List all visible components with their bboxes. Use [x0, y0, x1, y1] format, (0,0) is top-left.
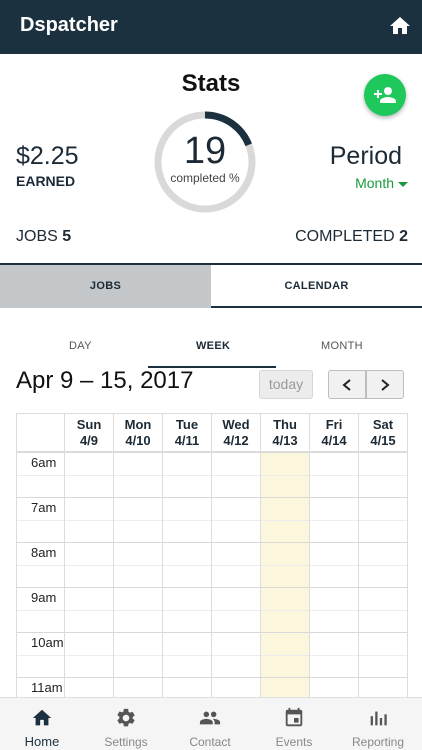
- nav-settings[interactable]: Settings: [84, 698, 168, 750]
- earned-amount: $2.25: [16, 142, 79, 170]
- tab-calendar[interactable]: CALENDAR: [211, 265, 422, 308]
- view-week-button[interactable]: WEEK: [196, 340, 230, 352]
- nav-reporting-label: Reporting: [351, 735, 405, 749]
- nav-events-label: Events: [275, 735, 313, 749]
- day-name: Sat: [372, 417, 394, 432]
- nav-events[interactable]: Events: [252, 698, 336, 750]
- completed-value: 2: [399, 228, 408, 245]
- caret-down-icon: [398, 181, 408, 187]
- hour-gridline: [17, 632, 408, 633]
- day-date: 4/15: [370, 433, 396, 448]
- half-hour-gridline: [17, 654, 408, 656]
- next-week-button[interactable]: [366, 370, 404, 399]
- gear-icon: [117, 708, 135, 727]
- home-icon: [32, 709, 52, 726]
- hour-gridline: [17, 452, 408, 453]
- day-name: Mon: [124, 417, 152, 432]
- day-column-gridline: [211, 452, 212, 697]
- day-header-tue[interactable]: Tue 4/11: [163, 414, 212, 452]
- period-value: Month: [355, 175, 394, 191]
- half-hour-gridline: [17, 474, 408, 476]
- day-column-gridline: [162, 452, 163, 697]
- nav-home[interactable]: Home: [0, 698, 84, 750]
- completed-count: COMPLETED 2: [295, 228, 408, 246]
- day-column-gridline: [309, 452, 310, 697]
- completed-percent-value: 19: [183, 130, 227, 172]
- add-user-button[interactable]: [364, 74, 406, 116]
- time-label: 11am: [31, 680, 63, 695]
- today-button[interactable]: today: [259, 370, 313, 399]
- app-title: Dspatcher: [20, 14, 118, 36]
- previous-week-button[interactable]: [328, 370, 366, 399]
- day-header-thu[interactable]: Thu 4/13: [261, 414, 310, 452]
- time-label: 9am: [31, 590, 57, 605]
- hour-gridline: [17, 542, 408, 543]
- nav-settings-label: Settings: [104, 735, 148, 749]
- hour-gridline: [17, 677, 408, 678]
- completed-percent-label: completed %: [170, 171, 240, 185]
- day-header-mon[interactable]: Mon 4/10: [114, 414, 163, 452]
- nav-contact[interactable]: Contact: [168, 698, 252, 750]
- half-hour-gridline: [17, 609, 408, 611]
- app-bar: Dspatcher: [0, 0, 422, 54]
- day-date: 4/11: [174, 433, 200, 448]
- nav-contact-label: Contact: [189, 735, 231, 749]
- time-label: 8am: [31, 545, 57, 560]
- day-header-fri[interactable]: Fri 4/14: [310, 414, 359, 452]
- home-icon[interactable]: [388, 14, 412, 38]
- calendar-icon: [285, 707, 303, 727]
- day-name: Tue: [175, 417, 199, 432]
- completed-label: COMPLETED: [295, 228, 395, 245]
- day-date: 4/12: [223, 433, 249, 448]
- day-name: Thu: [273, 417, 297, 432]
- view-month-button[interactable]: MONTH: [321, 340, 363, 352]
- nav-home-label: Home: [24, 734, 60, 749]
- half-hour-gridline: [17, 564, 408, 566]
- day-name: Wed: [222, 417, 250, 432]
- earned-label: EARNED: [16, 173, 76, 189]
- tab-jobs[interactable]: JOBS: [0, 265, 211, 308]
- day-date: 4/13: [272, 433, 298, 448]
- day-date: 4/10: [125, 433, 151, 448]
- bottom-navigation: Home Settings Contact Events Reporting: [0, 697, 422, 750]
- time-gutter-header: [17, 414, 65, 452]
- period-dropdown[interactable]: Month: [355, 175, 408, 191]
- person-add-icon: [374, 87, 396, 103]
- today-column-highlight: [261, 452, 310, 697]
- people-icon: [199, 711, 221, 725]
- jobs-label: JOBS: [16, 228, 58, 245]
- week-calendar-grid: Sun 4/9 Mon 4/10 Tue 4/11 Wed 4/12 Thu 4/13 Fri 4/1…: [16, 413, 408, 697]
- chevron-left-icon: [342, 379, 351, 391]
- day-name: Fri: [325, 417, 343, 432]
- day-column-gridline: [113, 452, 114, 697]
- day-date: 4/14: [321, 433, 347, 448]
- day-date: 4/9: [79, 433, 99, 448]
- bar-chart-icon: [370, 711, 387, 726]
- day-header-wed[interactable]: Wed 4/12: [212, 414, 261, 452]
- day-column-gridline: [64, 452, 65, 697]
- hour-gridline: [17, 587, 408, 588]
- day-header-sat[interactable]: Sat 4/15: [359, 414, 408, 452]
- hour-gridline: [17, 497, 408, 498]
- period-label: Period: [329, 142, 402, 170]
- stats-title: Stats: [181, 70, 241, 97]
- day-header-sun[interactable]: Sun 4/9: [65, 414, 114, 452]
- nav-reporting[interactable]: Reporting: [336, 698, 420, 750]
- time-label: 10am: [31, 635, 64, 650]
- view-day-button[interactable]: DAY: [69, 340, 92, 352]
- day-column-gridline: [407, 452, 408, 697]
- jobs-value: 5: [62, 228, 72, 245]
- chevron-right-icon: [381, 379, 390, 391]
- date-range-title: Apr 9 – 15, 2017: [16, 367, 194, 394]
- time-label: 6am: [31, 455, 57, 470]
- day-column-gridline: [358, 452, 359, 697]
- half-hour-gridline: [17, 519, 408, 521]
- jobs-count: JOBS 5: [16, 228, 71, 246]
- day-column-gridline: [260, 452, 261, 697]
- time-label: 7am: [31, 500, 57, 515]
- day-name: Sun: [76, 417, 102, 432]
